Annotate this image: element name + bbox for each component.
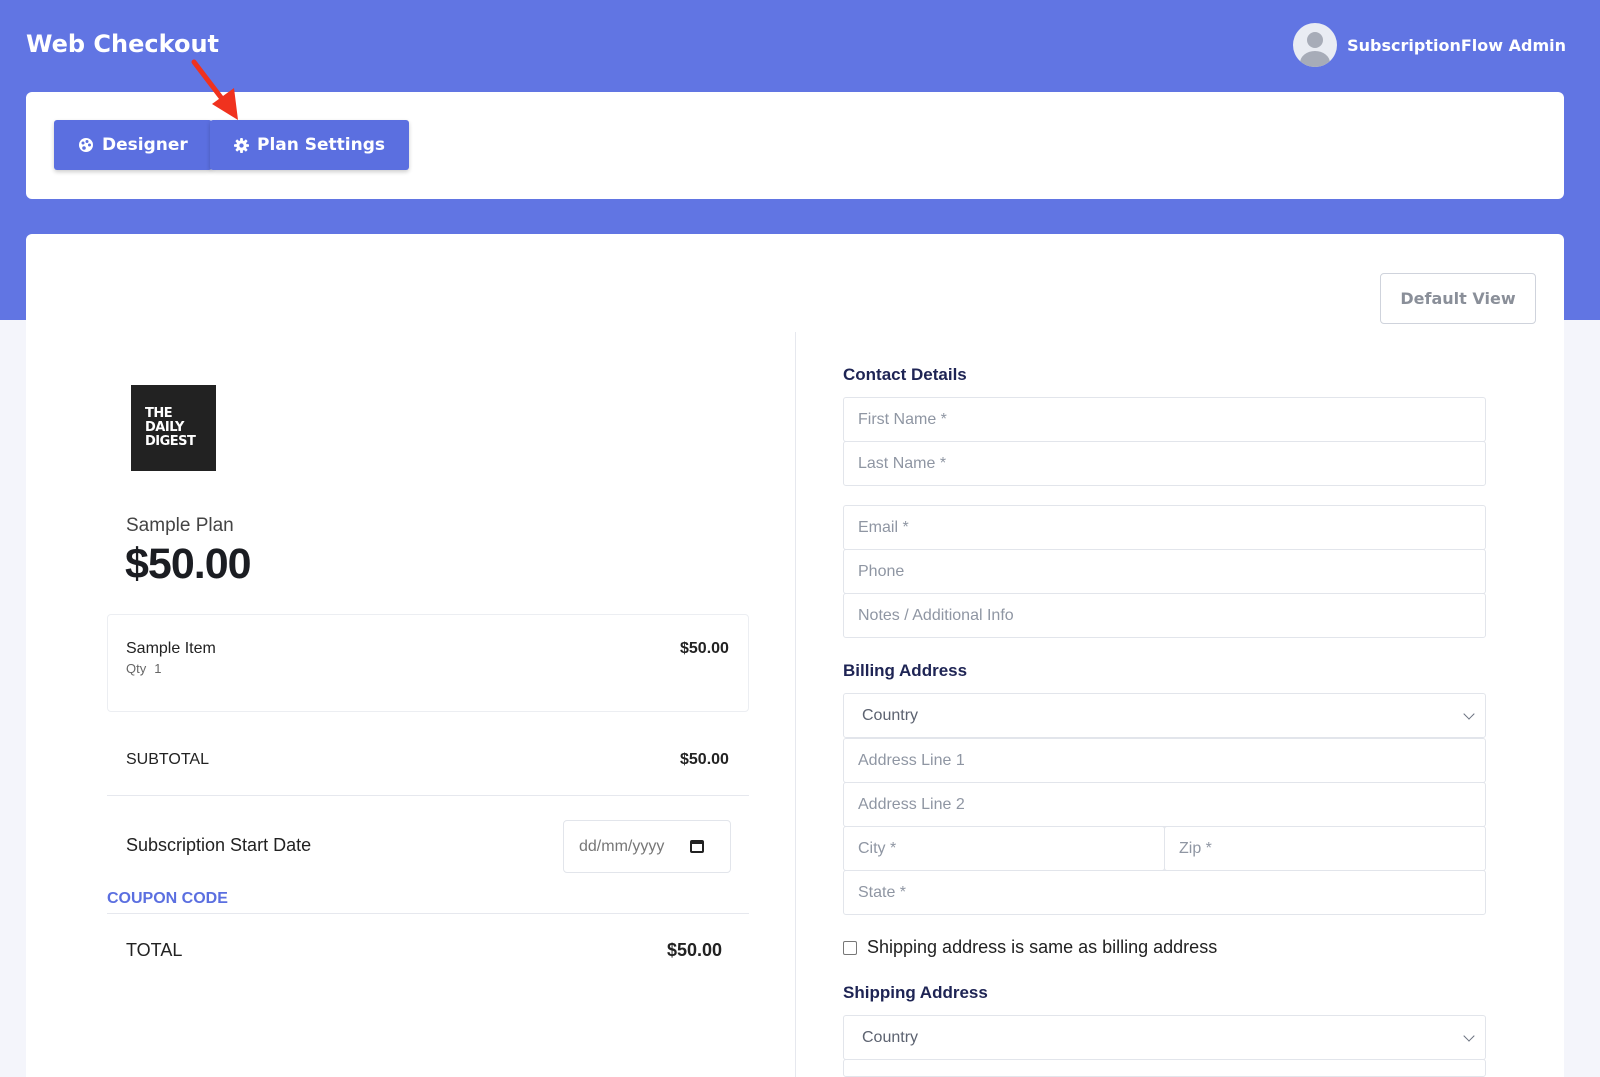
default-view-button[interactable]: Default View bbox=[1380, 273, 1536, 324]
shipping-address-title: Shipping Address bbox=[843, 983, 988, 1002]
address-line-1-field[interactable]: Address Line 1 bbox=[843, 738, 1486, 783]
total-value: $50.00 bbox=[667, 940, 723, 960]
notes-field[interactable]: Notes / Additional Info bbox=[843, 593, 1486, 638]
total-label: TOTAL bbox=[126, 940, 183, 960]
email-field[interactable]: Email * bbox=[843, 505, 1486, 550]
contact-details-title: Contact Details bbox=[843, 365, 967, 384]
avatar bbox=[1293, 23, 1338, 67]
start-date-label: Subscription Start Date bbox=[126, 835, 312, 855]
state-field[interactable]: State * bbox=[843, 870, 1486, 915]
annotation-arrow-icon bbox=[191, 59, 238, 120]
designer-label: Designer bbox=[102, 135, 188, 155]
item-price: $50.00 bbox=[680, 640, 729, 657]
zip-field[interactable]: Zip * bbox=[1164, 826, 1486, 871]
chevron-down-icon bbox=[1463, 1029, 1475, 1042]
coupon-code-link[interactable]: COUPON CODE bbox=[107, 890, 228, 908]
chevron-down-icon bbox=[1463, 707, 1475, 720]
plan-price: $50.00 bbox=[125, 540, 252, 588]
column-divider bbox=[795, 332, 796, 1077]
item-name: Sample Item bbox=[126, 640, 216, 657]
plan-name: Sample Plan bbox=[126, 515, 234, 536]
brand-logo: THE DAILY DIGEST bbox=[131, 385, 216, 471]
divider bbox=[107, 795, 749, 796]
user-name: SubscriptionFlow Admin bbox=[1347, 35, 1566, 55]
calendar-icon[interactable] bbox=[690, 840, 705, 853]
divider bbox=[107, 913, 749, 914]
palette-icon bbox=[79, 138, 93, 152]
city-field[interactable]: City * bbox=[843, 826, 1165, 871]
designer-button[interactable]: Designer bbox=[54, 120, 212, 170]
start-date-input[interactable]: dd/mm/yyyy bbox=[563, 820, 731, 873]
plan-settings-label: Plan Settings bbox=[257, 135, 386, 155]
last-name-field[interactable]: Last Name * bbox=[843, 441, 1486, 486]
first-name-field[interactable]: First Name * bbox=[843, 397, 1486, 442]
app-title: Web Checkout bbox=[26, 30, 219, 58]
phone-field[interactable]: Phone bbox=[843, 549, 1486, 594]
plan-settings-button[interactable]: Plan Settings bbox=[210, 120, 410, 170]
same-address-option[interactable]: Shipping address is same as billing addr… bbox=[843, 937, 1217, 958]
line-item-box bbox=[107, 614, 749, 712]
user-menu[interactable]: SubscriptionFlow Admin bbox=[1293, 23, 1566, 67]
shipping-next-field[interactable] bbox=[843, 1059, 1486, 1077]
billing-country-select[interactable]: Country bbox=[843, 693, 1486, 738]
address-line-2-field[interactable]: Address Line 2 bbox=[843, 782, 1486, 827]
subtotal-value: $50.00 bbox=[680, 751, 729, 768]
same-address-checkbox[interactable] bbox=[843, 940, 857, 955]
same-address-label: Shipping address is same as billing addr… bbox=[867, 937, 1218, 957]
billing-address-title: Billing Address bbox=[843, 661, 968, 680]
subtotal-label: SUBTOTAL bbox=[126, 751, 209, 768]
shipping-country-select[interactable]: Country bbox=[843, 1015, 1486, 1060]
item-qty: Qty 1 bbox=[126, 661, 162, 676]
toolbar-card: Designer Plan Settings bbox=[26, 92, 1564, 199]
gear-icon bbox=[234, 137, 249, 153]
